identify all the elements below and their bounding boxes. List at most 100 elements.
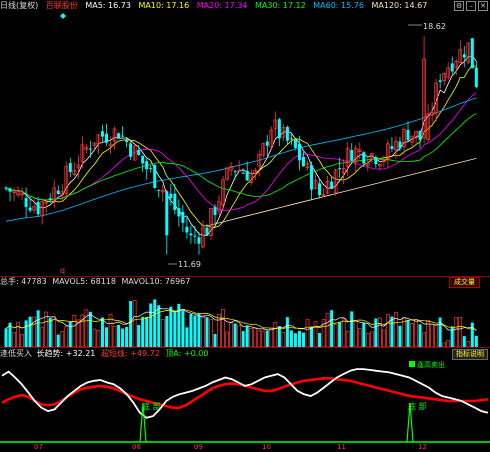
candle-body [169, 193, 173, 199]
volume-bar [285, 317, 289, 347]
volume-bar [209, 319, 213, 347]
candle-body [153, 165, 157, 188]
volume-bar [68, 321, 72, 347]
sell-signal-icon [409, 361, 415, 367]
ma120-label: MA120: 14.67 [371, 1, 428, 10]
volume-bar [173, 310, 177, 347]
x-axis: 07 08 09 10 11 12 [0, 443, 490, 452]
candle-body [398, 141, 402, 149]
divider [0, 276, 490, 277]
settings-icon[interactable]: ⚙ [454, 1, 464, 11]
candle-body [193, 235, 197, 237]
volume-bar [193, 315, 197, 347]
volume-bar [141, 316, 145, 347]
volume-bar [253, 328, 258, 347]
volume-bar [281, 331, 286, 347]
candle-body [301, 156, 305, 167]
candle-body [374, 156, 378, 165]
volume-bar [341, 318, 346, 347]
volume-bar [52, 316, 57, 347]
x-tick: 08 [132, 443, 141, 451]
candle-body [189, 233, 193, 236]
volume-bar [132, 299, 137, 347]
candle-body [137, 149, 141, 155]
period-label[interactable]: 日线(复权) [0, 1, 38, 10]
candle-body [289, 138, 293, 140]
volume-bar [84, 309, 89, 347]
candle-body [185, 226, 189, 233]
candle-body [100, 131, 104, 137]
volume-bar [28, 316, 32, 347]
volume-bar [353, 320, 358, 347]
volume-bar [458, 317, 463, 347]
volume-bar [56, 334, 60, 347]
volume-bar [362, 322, 366, 347]
volume-bar [365, 332, 370, 347]
minimize-icon[interactable]: – [466, 1, 476, 11]
volume-bar [430, 323, 434, 347]
volume-bar [273, 321, 278, 347]
volume-bar [4, 328, 8, 347]
ma10-label: MA10: 17.16 [138, 1, 190, 10]
candle-body [406, 129, 410, 141]
candle-body [241, 172, 245, 174]
volume-bar [374, 318, 378, 347]
candle-body [157, 189, 161, 191]
volume-bar [117, 324, 121, 347]
volume-bar [229, 322, 233, 347]
volume-bar [233, 323, 237, 347]
candle-body [68, 163, 72, 173]
volume-bar [357, 328, 362, 347]
volume-bar [406, 320, 410, 347]
volume-bar [249, 328, 254, 347]
volume-header: 总手: 47783 MAVOL5: 68118 MAVOL10: 76967 成… [0, 276, 490, 288]
volume-bar [12, 332, 16, 347]
candle-body [297, 143, 301, 161]
close-icon[interactable]: ✕ [478, 1, 488, 11]
candle-body [141, 155, 145, 164]
bottom-signal-2: 底 部 [408, 401, 427, 411]
candle-body [181, 211, 185, 223]
candle-body [149, 167, 153, 169]
volume-chart[interactable] [0, 287, 490, 347]
volume-bar [213, 333, 217, 347]
stock-name[interactable]: 百联股份 [46, 1, 78, 10]
volume-bar [470, 322, 474, 347]
volume-bar [434, 324, 438, 347]
volume-bar [169, 306, 173, 347]
candle-body [285, 126, 289, 141]
volume-bar [438, 317, 442, 347]
low-price-label: 11.69 [178, 260, 201, 269]
volume-bar [165, 316, 169, 347]
volume-bar [189, 313, 193, 347]
diamond-marker-icon [60, 13, 66, 19]
volume-bar [100, 317, 104, 347]
volume-bar [88, 311, 92, 347]
volume-bar [330, 310, 334, 347]
volume-bar [92, 328, 97, 347]
volume-bar [369, 331, 374, 347]
volume-bar [48, 317, 52, 347]
candle-body [438, 80, 442, 82]
volume-bar [20, 333, 24, 347]
ma-line [5, 97, 477, 222]
mavol10-label: MAVOL10: 76967 [121, 277, 191, 286]
volume-bar [422, 332, 426, 347]
volume-bar [137, 324, 141, 347]
volume-bar [237, 324, 242, 347]
x-tick: 12 [418, 443, 427, 451]
x-tick: 07 [34, 443, 43, 451]
indicator-chart[interactable]: 底 部 底 部 逢高卖出 [0, 359, 490, 443]
candle-body [265, 141, 269, 146]
volume-bar [398, 325, 402, 347]
trend-label: 长趋势: +32.21 [36, 349, 96, 358]
volume-bar [16, 321, 20, 347]
volume-bar [181, 310, 185, 347]
volume-bar [462, 336, 466, 347]
price-chart[interactable]: 18.62 11.69 q [0, 12, 490, 276]
ma60-label: MA60: 15.76 [313, 1, 364, 10]
high-price-label: 18.62 [423, 22, 446, 31]
volume-bar [338, 321, 342, 347]
volume-bar [301, 332, 305, 347]
volume-bar [394, 311, 398, 347]
